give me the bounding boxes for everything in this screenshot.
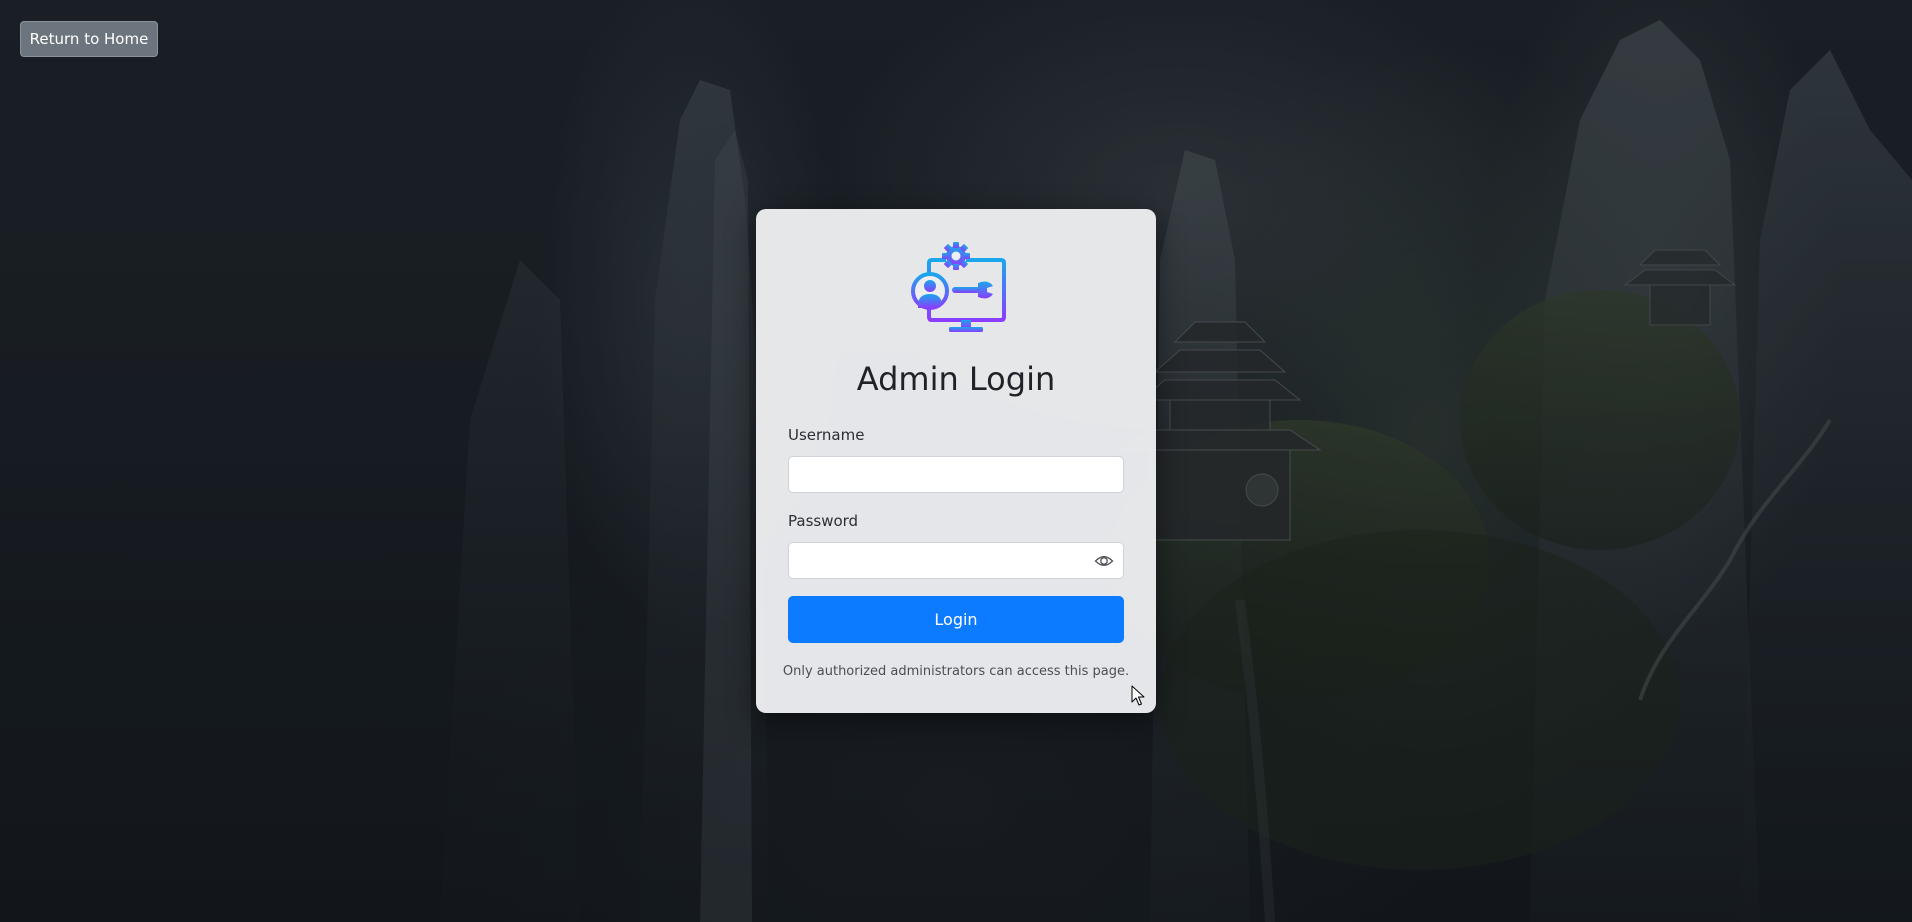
username-input[interactable] [788,456,1124,493]
password-input[interactable] [788,542,1124,579]
mouse-cursor-icon [1131,685,1145,707]
admin-settings-monitor-icon [906,241,1006,341]
login-button[interactable]: Login [788,596,1124,643]
access-notice: Only authorized administrators can acces… [782,664,1130,679]
username-label: Username [788,426,865,444]
login-page: Return to Home Admin Login Username Pass… [0,0,1912,922]
login-card: Admin Login Username Password Login Only… [756,209,1156,713]
return-home-button[interactable]: Return to Home [20,21,158,57]
password-label: Password [788,512,859,530]
page-title: Admin Login [856,360,1056,398]
eye-icon[interactable] [1094,551,1114,571]
